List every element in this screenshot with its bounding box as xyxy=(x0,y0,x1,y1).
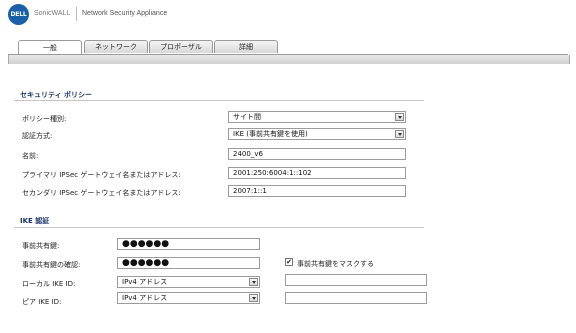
policy-type-select[interactable]: サイト間 xyxy=(228,111,406,123)
chevron-down-icon[interactable] xyxy=(249,294,258,302)
tab-general[interactable]: 一般 xyxy=(18,40,82,55)
ike-auth-title: IKE 認証 xyxy=(20,217,50,225)
brand-name: SonicWALL xyxy=(34,10,71,17)
auth-method-select[interactable]: IKE (事前共有鍵を使用) xyxy=(228,128,406,140)
confirm-secret-label: 事前共有鍵の確認: xyxy=(22,261,81,269)
tab-proposals[interactable]: プロポーザル xyxy=(149,40,213,53)
shared-secret-input[interactable]: ●●●●●● xyxy=(117,238,260,250)
auth-method-label: 認証方式: xyxy=(22,132,53,140)
chevron-down-icon[interactable] xyxy=(395,130,404,138)
primary-gateway-label: プライマリ IPSec ゲートウェイ名またはアドレス: xyxy=(22,171,181,179)
local-ike-id-value: IPv4 アドレス xyxy=(122,278,168,286)
product-name: Network Security Appliance xyxy=(82,10,168,17)
chevron-down-icon[interactable] xyxy=(395,113,404,121)
local-ike-id-label: ローカル IKE ID: xyxy=(22,280,76,288)
header-divider xyxy=(76,7,77,21)
shared-secret-label: 事前共有鍵: xyxy=(22,242,60,250)
local-ike-id-select[interactable]: IPv4 アドレス xyxy=(117,276,260,288)
section-divider xyxy=(14,100,424,101)
auth-method-value: IKE (事前共有鍵を使用) xyxy=(233,130,308,138)
tab-network[interactable]: ネットワーク xyxy=(84,40,148,53)
confirm-secret-input[interactable]: ●●●●●● xyxy=(117,257,260,269)
app-header: DELL SonicWALL Network Security Applianc… xyxy=(0,0,576,30)
peer-ike-id-input[interactable] xyxy=(285,292,427,304)
local-ike-id-input[interactable] xyxy=(285,274,427,286)
tab-advanced[interactable]: 詳細 xyxy=(214,40,278,53)
chevron-down-icon[interactable] xyxy=(249,278,258,286)
section-divider xyxy=(14,227,424,228)
peer-ike-id-value: IPv4 アドレス xyxy=(122,294,168,302)
secondary-gateway-label: セカンダリ IPSec ゲートウェイ名またはアドレス: xyxy=(22,189,181,197)
peer-ike-id-label: ピア IKE ID: xyxy=(22,298,62,306)
primary-gateway-input[interactable]: 2001:250:6004:1::102 xyxy=(228,167,406,179)
name-label: 名前: xyxy=(22,152,39,160)
tab-content-bar xyxy=(8,55,570,64)
secondary-gateway-input[interactable]: 2007:1::1 xyxy=(228,185,406,197)
peer-ike-id-select[interactable]: IPv4 アドレス xyxy=(117,292,260,304)
security-policy-title: セキュリティ ポリシー xyxy=(20,91,93,99)
dell-logo: DELL xyxy=(8,4,29,25)
name-input[interactable]: 2400_v6 xyxy=(228,148,406,160)
policy-type-label: ポリシー種別: xyxy=(22,115,67,123)
mask-secret-checkbox[interactable]: ✔ xyxy=(285,258,293,266)
mask-secret-label: 事前共有鍵をマスクする xyxy=(297,260,374,268)
policy-type-value: サイト間 xyxy=(233,113,261,121)
